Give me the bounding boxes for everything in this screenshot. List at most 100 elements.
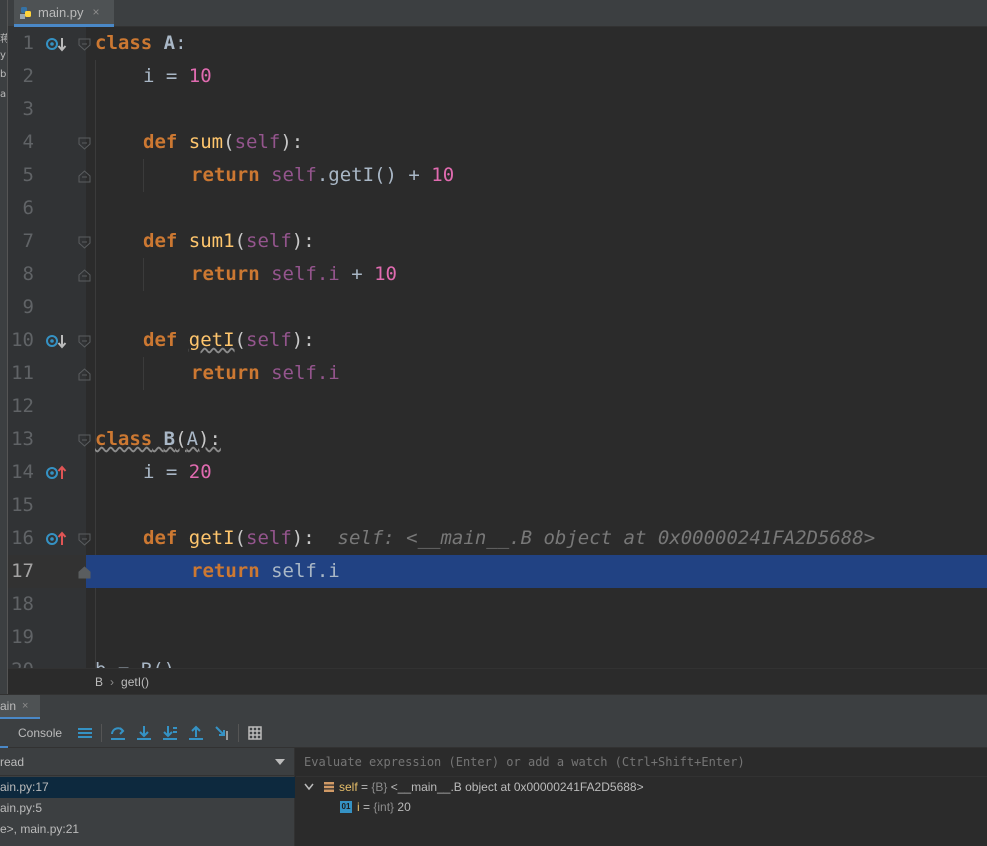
code-line[interactable]: 13 class B(A): (8, 423, 987, 456)
step-over-icon[interactable] (110, 725, 126, 741)
gutter-cell[interactable]: 19 (8, 621, 86, 654)
tab-label: main.py (38, 4, 84, 20)
fold-icon[interactable] (78, 38, 91, 51)
gutter-cell[interactable]: 14 (8, 456, 86, 489)
gutter-cell[interactable]: 9 (8, 291, 86, 324)
gutter-cell[interactable]: 2 (8, 60, 86, 93)
code-text: class A: (95, 32, 187, 54)
line-number: 17 (11, 560, 34, 582)
code-line[interactable]: 9 (8, 291, 987, 324)
thread-label: read (0, 755, 25, 769)
stack-frame[interactable]: ain.py:17 (0, 777, 295, 798)
fold-icon[interactable] (78, 335, 91, 348)
code-line[interactable]: 11 return self.i (8, 357, 987, 390)
strip-fragment: y (0, 50, 6, 61)
breadcrumb-item-method[interactable]: getI() (121, 675, 149, 689)
fold-end-icon[interactable] (78, 566, 91, 579)
gutter-cell[interactable]: 18 (8, 588, 86, 621)
code-line[interactable]: 18 (8, 588, 987, 621)
step-into-icon[interactable] (136, 725, 152, 741)
line-number: 12 (11, 395, 34, 417)
code-line[interactable]: 15 (8, 489, 987, 522)
current-execution-line[interactable]: 17 return self.i (8, 555, 987, 588)
close-icon[interactable]: × (22, 695, 28, 717)
fold-icon[interactable] (78, 236, 91, 249)
overriding-method-icon[interactable] (46, 465, 68, 481)
code-line[interactable]: 8 return self.i + 10 (8, 258, 987, 291)
close-icon[interactable]: × (93, 5, 100, 19)
thread-select[interactable]: read (0, 748, 295, 776)
variable-row-i[interactable]: 01 i = {int} 20 (296, 797, 987, 817)
gutter-cell[interactable]: 3 (8, 93, 86, 126)
code-text: i = 10 (143, 65, 212, 87)
line-number: 11 (11, 362, 34, 384)
fold-icon[interactable] (78, 137, 91, 150)
gutter-cell[interactable]: 20 (8, 654, 86, 668)
gutter-cell[interactable]: 10 (8, 324, 91, 357)
code-editor[interactable]: 1 class A: 2 i = 10 3 4 def sum(self): 5… (8, 27, 987, 668)
frames-menu-icon[interactable] (77, 725, 93, 741)
code-line[interactable]: 6 (8, 192, 987, 225)
line-number: 20 (8, 654, 34, 668)
code-line[interactable]: 16 def getI(self): self: <__main__.B obj… (8, 522, 987, 555)
code-line[interactable]: 7 def sum1(self): (8, 225, 987, 258)
gutter-cell[interactable]: 16 (8, 522, 91, 555)
gutter-cell[interactable]: 17 (8, 555, 91, 588)
overriding-method-icon[interactable] (46, 531, 68, 547)
overridden-method-icon[interactable] (46, 333, 68, 349)
variable-line: i = {int} 20 (357, 800, 411, 814)
code-line[interactable]: 3 (8, 93, 987, 126)
code-text: i = 20 (143, 461, 212, 483)
tab-debugger[interactable] (0, 719, 8, 748)
fold-icon[interactable] (78, 533, 91, 546)
editor-tab-bar: main.py × (8, 0, 987, 27)
fold-end-icon[interactable] (78, 269, 91, 282)
gutter-cell[interactable]: 13 (8, 423, 91, 456)
run-to-cursor-icon[interactable] (214, 725, 230, 741)
tab-label: ain (0, 699, 17, 713)
debug-toolbar: Console (0, 719, 987, 748)
code-line[interactable]: 14 i = 20 (8, 456, 987, 489)
strip-fragment: a (0, 89, 7, 100)
code-line[interactable]: 2 i = 10 (8, 60, 987, 93)
fold-icon[interactable] (78, 434, 91, 447)
tab-main-py[interactable]: main.py × (14, 0, 114, 27)
code-line[interactable]: 12 (8, 390, 987, 423)
gutter-cell[interactable]: 1 (8, 27, 91, 60)
fold-end-icon[interactable] (78, 368, 91, 381)
gutter-cell[interactable]: 8 (8, 258, 91, 291)
tab-console[interactable]: Console (18, 719, 62, 748)
code-text: b = B() (95, 654, 175, 668)
code-line[interactable]: 5 return self.getI() + 10 (8, 159, 987, 192)
gutter-cell[interactable]: 4 (8, 126, 91, 159)
evaluate-expression-input[interactable] (296, 748, 987, 776)
line-number: 18 (11, 593, 34, 615)
stack-frame[interactable]: e>, main.py:21 (0, 819, 295, 840)
gutter-cell[interactable]: 15 (8, 489, 86, 522)
line-number: 7 (22, 230, 34, 252)
code-text: return self.i + 10 (191, 263, 397, 285)
code-text: return self.i (191, 362, 340, 384)
tab-debug-session[interactable]: ain × (0, 695, 40, 720)
variables-panel: self = {B} <__main__.B object at 0x00000… (296, 748, 987, 846)
breadcrumb: B › getI() (8, 668, 987, 694)
overridden-method-icon[interactable] (46, 36, 68, 52)
code-line[interactable]: 20 b = B() (8, 654, 987, 668)
breadcrumb-item-class[interactable]: B (95, 675, 103, 689)
gutter-cell[interactable]: 11 (8, 357, 91, 390)
evaluate-expression-icon[interactable] (247, 725, 263, 741)
variable-row-self[interactable]: self = {B} <__main__.B object at 0x00000… (296, 777, 987, 797)
gutter-cell[interactable]: 6 (8, 192, 86, 225)
code-line[interactable]: 10 def getI(self): (8, 324, 987, 357)
code-line[interactable]: 1 class A: (8, 27, 987, 60)
chevron-down-icon[interactable] (304, 783, 314, 791)
gutter-cell[interactable]: 5 (8, 159, 91, 192)
gutter-cell[interactable]: 12 (8, 390, 86, 423)
step-out-icon[interactable] (188, 725, 204, 741)
step-into-my-code-icon[interactable] (162, 725, 178, 741)
gutter-cell[interactable]: 7 (8, 225, 91, 258)
fold-end-icon[interactable] (78, 170, 91, 183)
code-line[interactable]: 4 def sum(self): (8, 126, 987, 159)
code-line[interactable]: 19 (8, 621, 987, 654)
stack-frame[interactable]: ain.py:5 (0, 798, 295, 819)
